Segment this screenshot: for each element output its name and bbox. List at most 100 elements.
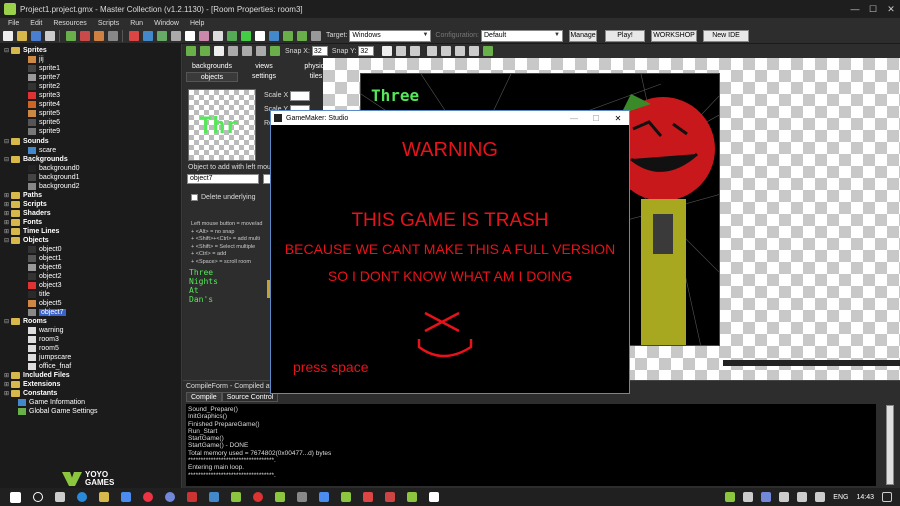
app-icon[interactable] [319, 492, 329, 502]
tab-objects[interactable]: objects [186, 72, 238, 82]
tree-item-object[interactable]: object3 [28, 281, 62, 290]
tree-item-room[interactable]: office_fnaf [28, 362, 71, 371]
tree-item-sprite[interactable]: sprite2 [28, 82, 60, 91]
close-button[interactable]: ✕ [882, 0, 900, 18]
task-view-icon[interactable] [55, 492, 65, 502]
tab-views[interactable]: views [238, 62, 290, 72]
tree-item-object[interactable]: object0 [28, 245, 62, 254]
tree-item-object[interactable]: object1 [28, 254, 62, 263]
room-help-icon[interactable] [483, 46, 494, 56]
object-icon[interactable] [241, 30, 251, 41]
tree-item-room[interactable]: warning [28, 326, 64, 335]
volume-icon[interactable] [815, 492, 826, 502]
scale-x-input[interactable] [290, 91, 310, 101]
ok-check-icon[interactable] [186, 46, 196, 56]
undo-icon[interactable] [200, 46, 210, 56]
tree-item-sprite[interactable]: sprite4 [28, 100, 60, 109]
network-icon[interactable] [797, 492, 808, 502]
tree-group-included-files[interactable]: ⊞ Included Files [4, 371, 70, 380]
zoom-out-icon[interactable] [427, 46, 438, 56]
extensions-icon[interactable] [297, 30, 307, 41]
tree-group-objects[interactable]: ⊟ Objects [4, 236, 49, 245]
game-info-icon[interactable] [269, 30, 279, 41]
store-icon[interactable] [121, 492, 131, 502]
menu-file[interactable]: File [8, 20, 19, 27]
timeline-icon[interactable] [227, 30, 237, 41]
workshop-button[interactable]: WORKSHOP [651, 29, 697, 42]
clean-icon[interactable] [108, 30, 118, 41]
discord-icon[interactable] [165, 492, 175, 502]
create-executable-icon[interactable] [94, 30, 104, 41]
target-select[interactable]: Windows [349, 29, 432, 42]
tab-settings[interactable]: settings [238, 72, 290, 82]
gamemaker-taskbar-icon[interactable] [341, 492, 351, 502]
tree-item-sprite[interactable]: sprite7 [28, 73, 60, 82]
tree-item-room[interactable]: room5 [28, 344, 59, 353]
tree-group-scripts[interactable]: ⊞ Scripts [4, 200, 47, 209]
battery-icon[interactable] [779, 492, 790, 502]
start-icon[interactable] [10, 491, 21, 503]
tree-item-object[interactable]: object5 [28, 299, 62, 308]
isometric-grid-icon[interactable] [396, 46, 407, 56]
tree-item-sound[interactable]: scare [28, 146, 56, 155]
play-button[interactable]: Play! [605, 29, 645, 42]
grid-icon[interactable] [382, 46, 393, 56]
tree-item-global-game-settings[interactable]: Global Game Settings [18, 407, 97, 416]
gamemaker-taskbar-icon[interactable] [275, 492, 285, 502]
delete-underlying-checkbox[interactable] [191, 194, 198, 201]
font-icon[interactable] [213, 30, 223, 41]
game-maximize-button[interactable]: ☐ [585, 114, 607, 123]
tree-group-constants[interactable]: ⊞ Constants [4, 389, 57, 398]
gamemaker-taskbar-icon[interactable] [231, 492, 241, 502]
show-objects-icon[interactable] [410, 46, 421, 56]
menu-run[interactable]: Run [130, 20, 143, 27]
tree-item-sprite[interactable]: sprite1 [28, 64, 60, 73]
menu-edit[interactable]: Edit [30, 20, 42, 27]
new-ide-button[interactable]: New IDE [703, 29, 749, 42]
tree-item-object[interactable]: title [28, 290, 50, 299]
configuration-select[interactable]: Default [481, 29, 563, 42]
tree-item-background[interactable]: background0 [28, 164, 79, 173]
tray-discord-icon[interactable] [761, 492, 772, 502]
room-icon[interactable] [255, 30, 265, 41]
menu-resources[interactable]: Resources [53, 20, 86, 27]
chrome-icon[interactable] [143, 492, 153, 502]
tab-compile[interactable]: Compile [186, 392, 222, 402]
clear-room-icon[interactable] [214, 46, 224, 56]
background-icon[interactable] [157, 30, 167, 41]
menu-window[interactable]: Window [154, 20, 179, 27]
clock[interactable]: 14:43 [856, 494, 874, 501]
settings-icon[interactable] [283, 30, 293, 41]
tree-item-sprite[interactable]: sprite9 [28, 127, 60, 136]
game-close-button[interactable]: ✕ [607, 114, 629, 123]
help-icon[interactable] [311, 30, 321, 41]
minimize-button[interactable]: — [846, 0, 864, 18]
tree-item-sprite[interactable]: sprite6 [28, 118, 60, 127]
tree-group-extensions[interactable]: ⊞ Extensions [4, 380, 60, 389]
view-settings-icon[interactable] [469, 46, 480, 56]
tree-group-timelines[interactable]: ⊞ Time Lines [4, 227, 59, 236]
tree-item-room[interactable]: jumpscare [28, 353, 71, 362]
language-indicator[interactable]: ENG [833, 494, 848, 501]
tree-item-game-information[interactable]: Game Information [18, 398, 85, 407]
notifications-icon[interactable] [882, 492, 892, 502]
tray-chevron-icon[interactable] [743, 492, 754, 502]
snap-x-input[interactable] [311, 46, 328, 56]
tree-group-sounds[interactable]: ⊟ Sounds [4, 137, 49, 146]
compile-log-scrollbar[interactable] [886, 405, 894, 485]
snap-y-input[interactable] [358, 46, 375, 56]
app-icon[interactable] [187, 492, 197, 502]
run-icon[interactable] [66, 30, 76, 41]
game-window[interactable]: GameMaker: Studio — ☐ ✕ WARNING THIS GAM… [270, 110, 630, 394]
tree-item-object-selected[interactable]: object7 [28, 308, 66, 317]
compile-log[interactable]: Sound_Prepare() InitGraphics() Finished … [186, 404, 876, 486]
tree-group-shaders[interactable]: ⊞ Shaders [4, 209, 51, 218]
zoom-in-icon[interactable] [441, 46, 452, 56]
app-icon[interactable] [209, 492, 219, 502]
tree-item-object[interactable]: object6 [28, 263, 62, 272]
tree-group-backgrounds[interactable]: ⊟ Backgrounds [4, 155, 68, 164]
menu-help[interactable]: Help [190, 20, 204, 27]
game-minimize-button[interactable]: — [563, 114, 585, 123]
path-icon[interactable] [171, 30, 181, 41]
debug-icon[interactable] [80, 30, 90, 41]
